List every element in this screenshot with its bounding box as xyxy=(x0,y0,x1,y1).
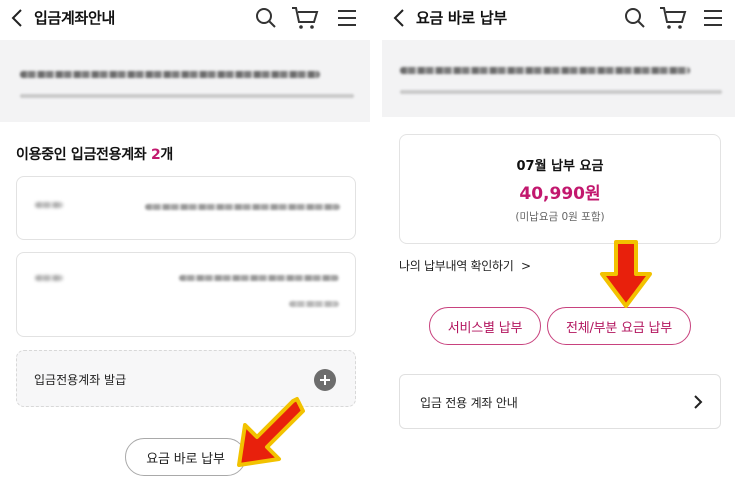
deposit-account-guide-row[interactable]: 입금 전용 계좌 안내 xyxy=(399,374,721,429)
menu-icon[interactable] xyxy=(702,6,726,30)
redacted-notice-text xyxy=(400,67,690,74)
section-title-suffix: 개 xyxy=(160,147,173,163)
payment-history-label: 나의 납부내역 확인하기 xyxy=(399,259,514,273)
redacted-notice-line xyxy=(400,90,722,94)
red-arrow-icon xyxy=(600,240,652,308)
issue-account-label: 입금전용계좌 발급 xyxy=(34,373,127,387)
redacted-notice-text xyxy=(20,71,320,78)
page-title: 입금계좌안내 xyxy=(34,9,116,27)
redacted-notice-line xyxy=(20,94,354,98)
cart-icon[interactable] xyxy=(659,6,687,30)
redacted-account-detail xyxy=(289,301,339,307)
header: 요금 바로 납부 xyxy=(382,0,735,36)
redacted-bank-name xyxy=(35,202,63,208)
unpaid-note: (미납요금 0원 포함) xyxy=(515,211,605,223)
redacted-account-number xyxy=(179,275,339,281)
account-card[interactable] xyxy=(16,176,356,240)
plus-icon[interactable] xyxy=(314,369,336,391)
notice-banner xyxy=(382,40,735,117)
pay-by-service-button[interactable]: 서비스별 납부 xyxy=(429,307,541,345)
search-icon[interactable] xyxy=(254,6,278,30)
panel-divider xyxy=(370,0,382,490)
redacted-bank-name xyxy=(35,275,63,281)
deposit-account-guide-label: 입금 전용 계좌 안내 xyxy=(420,396,518,410)
chevron-right-icon xyxy=(692,393,704,411)
redacted-account-number xyxy=(145,204,340,210)
menu-icon[interactable] xyxy=(336,6,360,30)
section-title: 이용중인 입금전용계좌 2개 xyxy=(16,144,173,164)
payment-history-link[interactable]: 나의 납부내역 확인하기 > xyxy=(399,257,531,274)
back-chevron-icon[interactable] xyxy=(8,8,26,28)
search-icon[interactable] xyxy=(623,6,647,30)
back-chevron-icon[interactable] xyxy=(390,8,408,28)
section-title-text: 이용중인 입금전용계좌 xyxy=(16,147,151,163)
pay-full-partial-button[interactable]: 전체/부분 요금 납부 xyxy=(547,307,691,345)
account-count: 2 xyxy=(150,147,161,163)
account-card[interactable] xyxy=(16,252,356,337)
left-screen-account-info: 입금계좌안내 이용중인 입금전용계좌 2개 입금전용계좌 발급 요금 바로 납부 xyxy=(0,0,370,490)
header: 입금계좌안내 xyxy=(0,0,370,36)
red-arrow-icon xyxy=(237,397,305,467)
notice-banner xyxy=(0,40,370,122)
chevron-right-icon: > xyxy=(520,259,531,273)
right-screen-pay-now: 요금 바로 납부 07월 납부 요금 40,990원 (미납요금 0원 포함) … xyxy=(382,0,735,490)
page-title: 요금 바로 납부 xyxy=(416,9,507,27)
cart-icon[interactable] xyxy=(291,6,319,30)
fee-month-title: 07월 납부 요금 xyxy=(516,159,604,174)
fee-summary-card: 07월 납부 요금 40,990원 (미납요금 0원 포함) xyxy=(399,134,721,244)
fee-amount: 40,990원 xyxy=(519,184,601,204)
